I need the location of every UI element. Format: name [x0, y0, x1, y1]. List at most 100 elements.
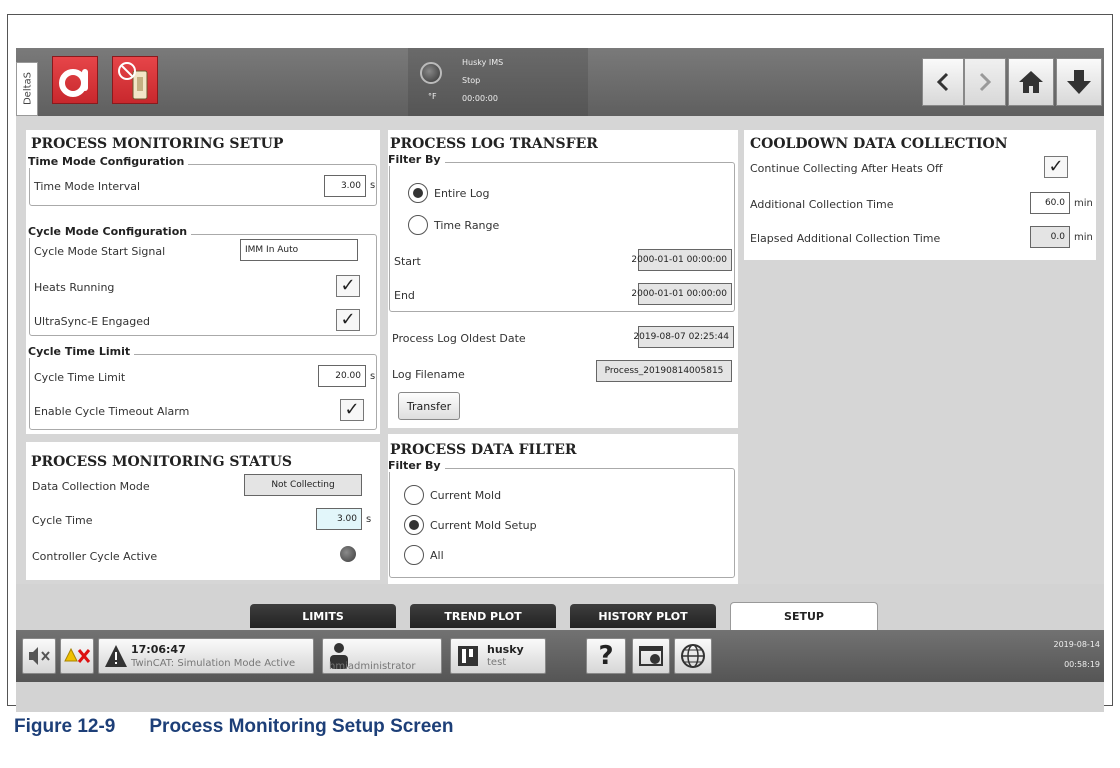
alarm-reset-button[interactable] [60, 638, 94, 674]
end-label: End [394, 289, 415, 302]
tab-trend-plot[interactable]: TREND PLOT [410, 604, 556, 628]
current-mold-radio[interactable] [404, 485, 424, 505]
additional-time-input[interactable]: 60.0 [1030, 192, 1070, 214]
start-signal-label: Cycle Mode Start Signal [34, 245, 166, 258]
clock-time: 00:58:19 [1064, 660, 1100, 669]
monitoring-status-title: PROCESS MONITORING STATUS [31, 454, 293, 470]
tab-limits[interactable]: LIMITS [250, 604, 396, 628]
status-lamp-icon [420, 62, 442, 84]
screenshot-icon [639, 646, 663, 666]
continue-collecting-label: Continue Collecting After Heats Off [750, 162, 943, 175]
screenshot-button[interactable] [632, 638, 670, 674]
log-transfer-title: PROCESS LOG TRANSFER [390, 136, 598, 152]
collection-mode-value: Not Collecting [244, 474, 362, 496]
hmi-screen: DeltaS °F Husky IMS Stop 00:00:00 PROCES… [16, 48, 1104, 712]
heats-running-checkbox[interactable]: ✓ [336, 275, 360, 297]
figure-caption: Figure 12-9 Process Monitoring Setup Scre… [14, 716, 453, 738]
time-mode-group: Time Mode Configuration Time Mode Interv… [28, 155, 377, 206]
time-range-radio[interactable] [408, 215, 428, 235]
cycle-time-limit-label: Cycle Time Limit [34, 371, 126, 384]
deltas-side-tab[interactable]: DeltaS [16, 62, 38, 116]
oldest-date-label: Process Log Oldest Date [392, 332, 526, 345]
all-label: All [430, 549, 444, 562]
log-filename-label: Log Filename [392, 368, 465, 381]
start-datetime[interactable]: 2000-01-01 00:00:00 [631, 249, 732, 271]
tab-history-plot[interactable]: HISTORY PLOT [570, 604, 716, 628]
mute-button[interactable] [22, 638, 56, 674]
footer-toolbar: 17:06:47 TwinCAT: Simulation Mode Active… [16, 630, 1104, 682]
profile-name: husky [487, 643, 524, 656]
clock-date: 2019-08-14 [1053, 640, 1101, 649]
additional-time-label: Additional Collection Time [750, 198, 894, 211]
ultrasync-label: UltraSync-E Engaged [34, 315, 150, 328]
timeout-alarm-checkbox[interactable]: ✓ [340, 399, 364, 421]
status-time: 00:00:00 [462, 94, 498, 103]
time-mode-interval-input[interactable]: 3.00 [324, 175, 366, 197]
log-filename-value: Process_20190814005815 [596, 360, 732, 382]
cooldown-panel: COOLDOWN DATA COLLECTION Continue Collec… [744, 130, 1096, 260]
data-filter-panel: PROCESS DATA FILTER Filter By Current Mo… [388, 434, 738, 584]
log-filter-group: Filter By Entire Log Time Range Start 20… [388, 153, 735, 312]
elapsed-time-label: Elapsed Additional Collection Time [750, 232, 941, 245]
entire-log-label: Entire Log [434, 187, 490, 200]
cycle-time-limit-input[interactable]: 20.00 [318, 365, 366, 387]
cooldown-title: COOLDOWN DATA COLLECTION [750, 136, 1008, 152]
thermometer-icon [59, 69, 88, 97]
monitoring-status-panel: PROCESS MONITORING STATUS Data Collectio… [26, 442, 380, 580]
log-transfer-panel: PROCESS LOG TRANSFER Filter By Entire Lo… [388, 130, 738, 428]
controller-active-indicator-icon [340, 546, 356, 562]
cycle-time-limit-group: Cycle Time Limit Cycle Time Limit 20.00 … [28, 345, 377, 430]
mold-profile-icon [458, 646, 478, 666]
screen-tabs: LIMITS TREND PLOT HISTORY PLOT SETUP [16, 584, 1104, 630]
status-unit: °F [428, 92, 437, 101]
collection-mode-label: Data Collection Mode [32, 480, 150, 493]
back-button[interactable] [922, 58, 964, 106]
figure-number: Figure 12-9 [14, 716, 116, 737]
help-button[interactable]: ? [586, 638, 626, 674]
user-button[interactable]: hmiadministrator [322, 638, 442, 674]
data-filter-group: Filter By Current Mold Current Mold Setu… [388, 459, 735, 578]
language-button[interactable] [674, 638, 712, 674]
speaker-muted-icon [29, 647, 50, 665]
figure-title: Process Monitoring Setup Screen [149, 716, 454, 737]
start-label: Start [394, 255, 421, 268]
status-state: Stop [462, 76, 481, 85]
controller-active-label: Controller Cycle Active [32, 550, 158, 563]
alarm-text: TwinCAT: Simulation Mode Active [131, 658, 296, 669]
time-mode-interval-label: Time Mode Interval [34, 180, 141, 193]
monitoring-setup-panel: PROCESS MONITORING SETUP Time Mode Confi… [26, 130, 380, 434]
download-button[interactable] [1056, 58, 1102, 106]
home-icon [1019, 71, 1043, 93]
globe-icon [681, 644, 705, 668]
top-bar: DeltaS °F Husky IMS Stop 00:00:00 [16, 48, 1104, 116]
cycle-mode-group: Cycle Mode Configuration Cycle Mode Star… [28, 225, 377, 336]
timeout-alarm-label: Enable Cycle Timeout Alarm [34, 405, 190, 418]
alarm-message-button[interactable]: 17:06:47 TwinCAT: Simulation Mode Active [98, 638, 314, 674]
all-radio[interactable] [404, 545, 424, 565]
ultrasync-checkbox[interactable]: ✓ [336, 309, 360, 331]
arrow-down-icon [1067, 70, 1091, 94]
current-mold-setup-radio[interactable] [404, 515, 424, 535]
transfer-button[interactable]: Transfer [398, 392, 460, 420]
continue-collecting-checkbox[interactable]: ✓ [1044, 156, 1068, 178]
home-button[interactable] [1008, 58, 1054, 106]
warning-icon [105, 645, 127, 667]
tab-setup[interactable]: SETUP [730, 602, 878, 630]
user-name: hmiadministrator [329, 661, 416, 672]
status-title: Husky IMS [462, 58, 504, 67]
footer-bar: 17:06:47 TwinCAT: Simulation Mode Active… [16, 630, 1104, 712]
end-datetime[interactable]: 2000-01-01 00:00:00 [631, 283, 732, 305]
warning-clear-icon [64, 647, 91, 663]
oldest-date-value: 2019-08-07 02:25:44 [633, 326, 734, 348]
current-mold-label: Current Mold [430, 489, 502, 502]
start-signal-select[interactable]: IMM In Auto [240, 239, 358, 261]
temperature-alarm-button[interactable] [52, 56, 98, 104]
profile-button[interactable]: husky test [450, 638, 546, 674]
forward-button[interactable] [964, 58, 1006, 106]
controller-disabled-button[interactable] [112, 56, 158, 104]
alarm-time: 17:06:47 [131, 643, 186, 656]
profile-sub: test [487, 657, 507, 668]
cycle-time-label: Cycle Time [32, 514, 93, 527]
time-range-label: Time Range [434, 219, 500, 232]
entire-log-radio[interactable] [408, 183, 428, 203]
